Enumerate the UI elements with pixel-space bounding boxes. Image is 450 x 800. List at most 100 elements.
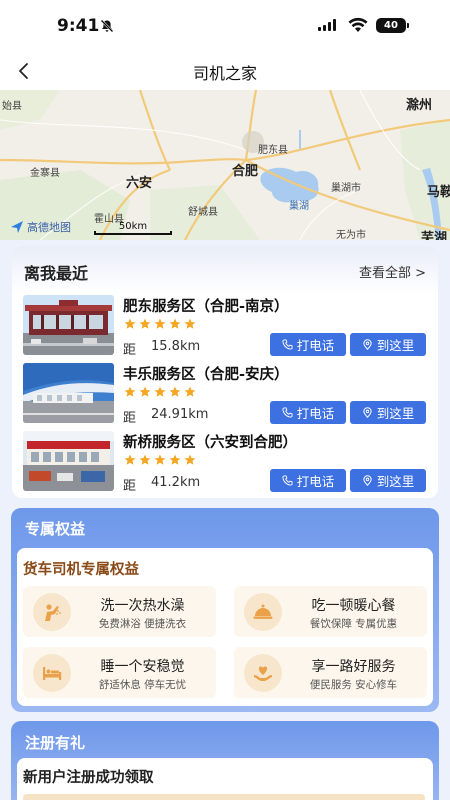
navigate-button[interactable]: 到这里 [350, 401, 426, 424]
distance-value: 24.91km [151, 407, 209, 422]
navigate-button-label: 到这里 [376, 474, 415, 489]
station-item[interactable]: 肥东服务区（合肥-南京） 距 15.8km 打电话 到这里 [12, 295, 438, 359]
benefit-title: 洗一次热水澡 [100, 598, 185, 614]
star-icon [169, 318, 181, 329]
call-button-label: 打电话 [296, 474, 335, 489]
station-photo [23, 431, 114, 491]
station-name: 丰乐服务区（合肥-安庆） [123, 367, 289, 383]
benefits-title: 专属权益 [25, 520, 86, 538]
map-label-chuzhou: 滁州 [406, 98, 433, 113]
map-background [0, 90, 450, 240]
distance-label: 距 [123, 411, 137, 426]
station-rating [124, 454, 196, 466]
star-icon [124, 454, 136, 465]
navigate-button[interactable]: 到这里 [350, 333, 426, 356]
station-rating [124, 386, 196, 398]
bed-icon [33, 654, 71, 692]
location-pin-icon [363, 475, 372, 486]
phone-icon [282, 407, 293, 418]
nearby-card: 离我最近 查看全部 > 肥东服务区（合肥-南京） 距 15.8km 打电话 到这… [12, 246, 438, 498]
service-heart-icon [244, 654, 282, 692]
distance-value: 15.8km [151, 339, 201, 354]
benefits-subtitle: 货车司机专属权益 [23, 562, 139, 578]
register-title: 注册有礼 [25, 734, 86, 752]
star-icon [169, 454, 181, 465]
benefit-title: 享一路好服务 [311, 659, 396, 675]
battery-level: 40 [384, 20, 398, 31]
status-bar: 9:41 40 [0, 0, 450, 52]
status-time: 9:41 [57, 16, 100, 36]
map-label-luan: 六安 [126, 176, 153, 191]
star-icon [139, 318, 151, 329]
wifi-icon [348, 17, 368, 32]
register-offer-banner[interactable] [23, 794, 425, 800]
battery-icon: 40 [376, 18, 409, 33]
navigate-button-label: 到这里 [376, 406, 415, 421]
map-scale-bar [94, 231, 172, 235]
benefit-title: 吃一顿暖心餐 [311, 598, 396, 614]
station-item[interactable]: 新桥服务区（六安到合肥） 距 41.2km 打电话 到这里 [12, 431, 438, 495]
dining-icon [244, 593, 282, 631]
benefit-item-dining[interactable]: 吃一顿暖心餐 餐饮保障 专属优惠 [234, 586, 427, 637]
nearby-title: 离我最近 [24, 264, 89, 283]
map-label-zuoshi: 始县 [2, 101, 22, 112]
map-provider-logo: 高德地图 [10, 219, 71, 235]
star-icon [184, 454, 196, 465]
call-button-label: 打电话 [296, 406, 335, 421]
benefit-desc: 餐饮保障 专属优惠 [309, 618, 398, 630]
benefits-panel: 货车司机专属权益 洗一次热水澡 免费淋浴 便捷洗衣 吃一顿暖心餐 餐饮保障 专属… [17, 548, 433, 706]
map-label-jinzhai: 金寨县 [30, 168, 60, 179]
map-label-feidong: 肥东县 [258, 145, 288, 156]
register-section: 注册有礼 新用户注册成功领取 [11, 721, 439, 800]
map-label-chaohu-lake: 巢湖 [289, 201, 309, 212]
distance-value: 41.2km [151, 475, 201, 490]
view-all-link[interactable]: 查看全部 > [359, 262, 426, 281]
location-pin-icon [363, 339, 372, 350]
map-label-shucheng: 舒城县 [188, 207, 218, 218]
station-name: 新桥服务区（六安到合肥） [123, 435, 297, 451]
bell-off-icon [100, 19, 114, 33]
amap-logo-icon [11, 221, 23, 233]
call-button[interactable]: 打电话 [270, 333, 346, 356]
benefit-item-shower[interactable]: 洗一次热水澡 免费淋浴 便捷洗衣 [23, 586, 216, 637]
benefits-section: 专属权益 货车司机专属权益 洗一次热水澡 免费淋浴 便捷洗衣 吃一顿暖心餐 餐饮… [11, 508, 439, 712]
map-label-maan: 马鞍 [427, 185, 450, 200]
signal-icon [318, 19, 336, 31]
shower-icon [33, 593, 71, 631]
star-icon [154, 454, 166, 465]
nearby-header: 离我最近 查看全部 > [12, 246, 438, 294]
register-panel[interactable]: 新用户注册成功领取 [17, 758, 433, 800]
station-name: 肥东服务区（合肥-南京） [123, 299, 289, 315]
benefit-desc: 免费淋浴 便捷洗衣 [98, 618, 187, 630]
distance-label: 距 [123, 343, 137, 358]
star-icon [139, 386, 151, 397]
map-logo-text: 高德地图 [27, 221, 71, 234]
star-icon [154, 318, 166, 329]
benefit-desc: 舒适休息 停车无忧 [98, 679, 187, 691]
benefit-desc: 便民服务 安心修车 [309, 679, 398, 691]
station-item[interactable]: 丰乐服务区（合肥-安庆） 距 24.91km 打电话 到这里 [12, 363, 438, 427]
page-title: 司机之家 [192, 64, 257, 83]
benefit-item-service[interactable]: 享一路好服务 便民服务 安心修车 [234, 647, 427, 698]
call-button[interactable]: 打电话 [270, 401, 346, 424]
call-button-label: 打电话 [296, 338, 335, 353]
call-button[interactable]: 打电话 [270, 469, 346, 492]
map-label-wuwei: 无为市 [336, 230, 366, 240]
navigate-button-label: 到这里 [376, 338, 415, 353]
distance-label: 距 [123, 479, 137, 494]
phone-icon [282, 339, 293, 350]
star-icon [169, 386, 181, 397]
map-view[interactable]: 始县 滁州 肥东县 合肥 金寨县 六安 巢湖市 马鞍 巢湖 舒城县 霍山县 无为… [0, 90, 450, 240]
register-subtitle: 新用户注册成功领取 [23, 770, 154, 786]
station-rating [124, 318, 196, 330]
star-icon [139, 454, 151, 465]
phone-icon [282, 475, 293, 486]
navigate-button[interactable]: 到这里 [350, 469, 426, 492]
map-label-wuhu: 芜湖 [421, 231, 448, 240]
station-photo [23, 295, 114, 355]
station-photo [23, 363, 114, 423]
star-icon [184, 318, 196, 329]
location-pin-icon [363, 407, 372, 418]
benefit-item-sleep[interactable]: 睡一个安稳觉 舒适休息 停车无忧 [23, 647, 216, 698]
map-label-hefei: 合肥 [232, 164, 259, 179]
